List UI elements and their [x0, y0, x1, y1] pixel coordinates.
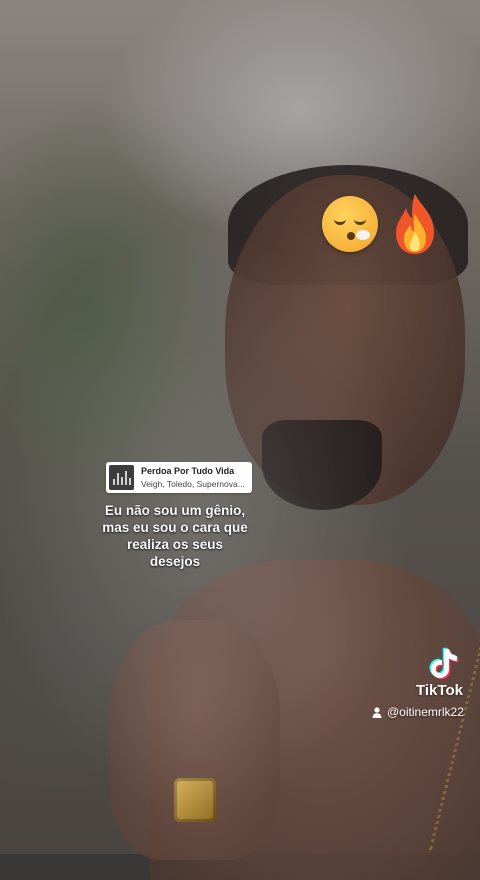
- music-title: Perdoa Por Tudo Vida: [141, 466, 235, 476]
- caption-text: Eu não sou um gênio, mas eu sou o cara q…: [84, 502, 266, 570]
- user-icon: [372, 706, 382, 718]
- caption-line: Eu não sou um gênio,: [104, 503, 246, 518]
- caption-line: realiza os seus: [126, 537, 224, 552]
- caption-line: desejos: [149, 554, 201, 569]
- fire-emoji-icon: [396, 194, 434, 254]
- tiktok-brand-label: TikTok: [416, 682, 463, 699]
- tiktok-logo-icon: [429, 647, 459, 680]
- music-sticker[interactable]: Perdoa Por Tudo Vida Veigh, Toledo, Supe…: [106, 462, 252, 493]
- smoke-haze: [0, 0, 480, 854]
- caption-line: mas eu sou o cara que: [102, 520, 248, 535]
- username-label: @oitinemrlk22: [387, 705, 464, 719]
- music-artist: Veigh, Toledo, Supernova...: [141, 479, 245, 489]
- music-waveform-icon: [109, 465, 134, 490]
- tiktok-username: @oitinemrlk22: [372, 705, 464, 719]
- face-exhaling-emoji-icon: [322, 196, 378, 252]
